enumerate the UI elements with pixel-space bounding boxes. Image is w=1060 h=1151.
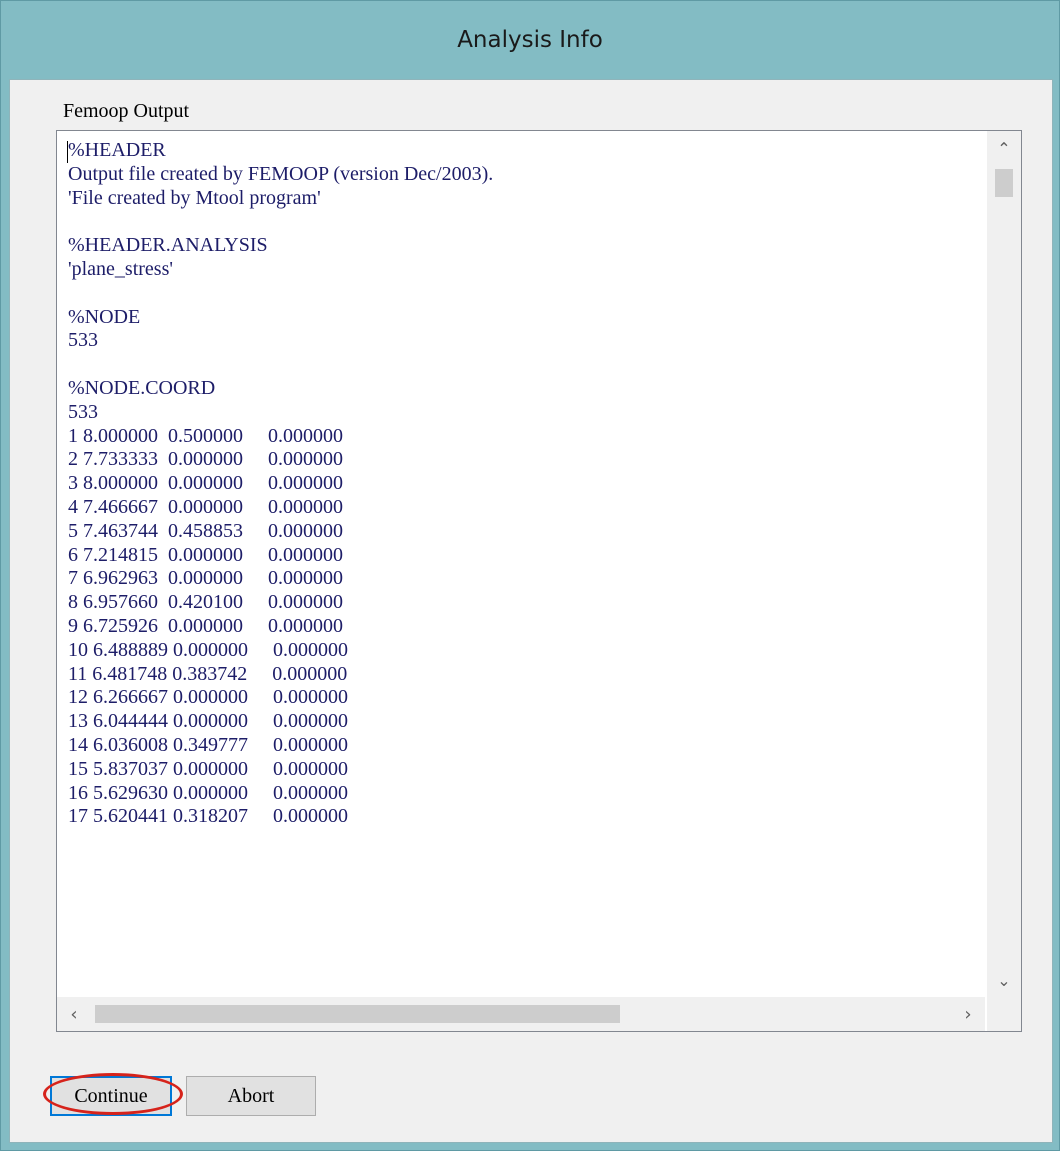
chevron-left-icon[interactable]: ‹ (57, 997, 91, 1031)
output-line: 7 6.962963 0.000000 0.000000 (68, 567, 343, 590)
output-line: 2 7.733333 0.000000 0.000000 (68, 448, 343, 471)
output-line: Output file created by FEMOOP (version D… (68, 162, 494, 185)
output-line: 14 6.036008 0.349777 0.000000 (68, 733, 348, 756)
output-textbox[interactable]: %HEADER Output file created by FEMOOP (ve… (56, 130, 1022, 1032)
output-line: 9 6.725926 0.000000 0.000000 (68, 614, 343, 637)
abort-button[interactable]: Abort (186, 1076, 316, 1116)
vertical-scrollbar[interactable]: ⌃ ⌄ (987, 131, 1021, 997)
output-line: 533 (68, 329, 98, 352)
horizontal-scroll-thumb[interactable] (95, 1005, 620, 1023)
output-text-area[interactable]: %HEADER Output file created by FEMOOP (ve… (57, 131, 985, 997)
output-line: 16 5.629630 0.000000 0.000000 (68, 781, 348, 804)
chevron-right-icon[interactable]: › (951, 997, 985, 1031)
output-line: 12 6.266667 0.000000 0.000000 (68, 686, 348, 709)
output-line: 4 7.466667 0.000000 0.000000 (68, 495, 343, 518)
continue-button[interactable]: Continue (50, 1076, 172, 1116)
chevron-up-icon[interactable]: ⌃ (987, 131, 1021, 165)
chevron-down-icon[interactable]: ⌄ (987, 963, 1021, 997)
output-line: 3 8.000000 0.000000 0.000000 (68, 472, 343, 495)
horizontal-scrollbar[interactable]: ‹ › (57, 997, 985, 1031)
output-lines: %HEADER Output file created by FEMOOP (ve… (68, 139, 493, 829)
output-line: %HEADER (68, 139, 166, 161)
analysis-info-dialog: Analysis Info Femoop Output %HEADER Outpu… (0, 0, 1060, 1151)
output-line: 5 7.463744 0.458853 0.000000 (68, 519, 343, 542)
output-line: %NODE (68, 305, 141, 328)
vertical-scroll-thumb[interactable] (995, 169, 1013, 197)
output-line: %HEADER.ANALYSIS (68, 234, 268, 257)
output-line: 533 (68, 400, 98, 423)
text-caret (67, 141, 68, 163)
output-line: 'plane_stress' (68, 257, 173, 280)
scrollbar-corner (987, 997, 1021, 1031)
output-line: 8 6.957660 0.420100 0.000000 (68, 591, 343, 614)
dialog-title: Analysis Info (457, 27, 603, 53)
output-line: 15 5.837037 0.000000 0.000000 (68, 757, 348, 780)
output-label: Femoop Output (63, 100, 190, 122)
output-line: 'File created by Mtool program' (68, 186, 321, 209)
output-line: %NODE.COORD (68, 376, 216, 399)
output-line: 17 5.620441 0.318207 0.000000 (68, 805, 348, 828)
output-line: 13 6.044444 0.000000 0.000000 (68, 710, 348, 733)
output-line: 1 8.000000 0.500000 0.000000 (68, 424, 343, 447)
output-line: 11 6.481748 0.383742 0.000000 (68, 662, 348, 685)
output-line: 6 7.214815 0.000000 0.000000 (68, 543, 343, 566)
dialog-client-area: Femoop Output %HEADER Output file created… (9, 79, 1053, 1143)
output-line: 10 6.488889 0.000000 0.000000 (68, 638, 348, 661)
